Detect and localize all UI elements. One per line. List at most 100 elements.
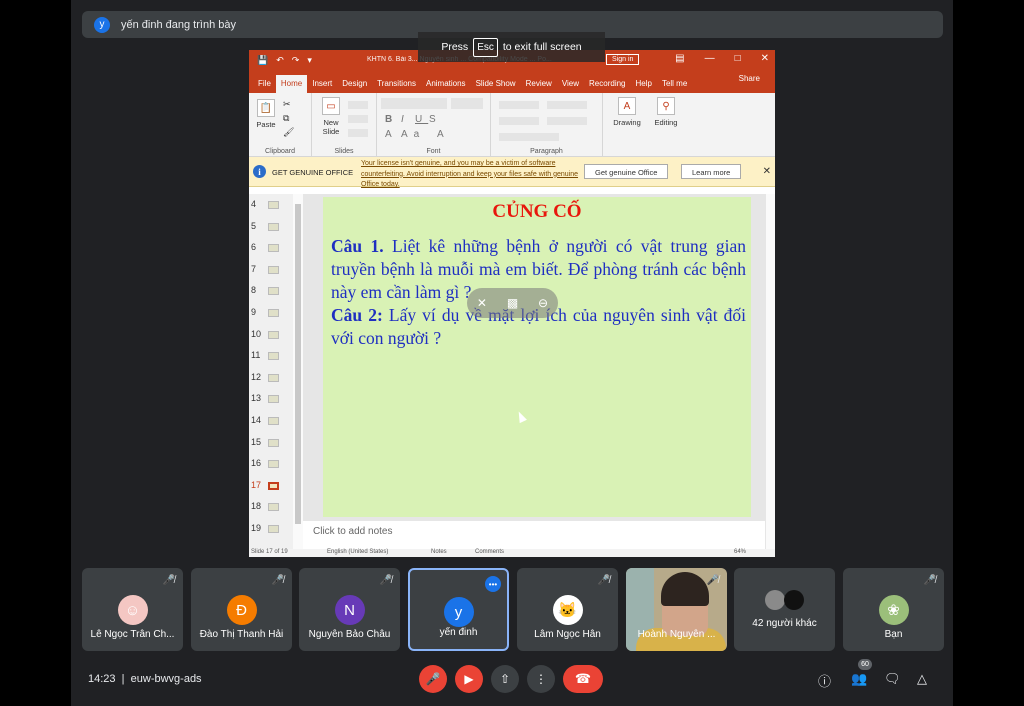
new-slide-button[interactable]: ▭ New Slide <box>318 97 344 136</box>
expand-icon[interactable]: ▩ <box>507 296 518 310</box>
font-size-dropdown[interactable] <box>451 98 483 109</box>
maximize-icon[interactable]: □ <box>735 53 741 64</box>
slide-thumbnail[interactable]: 4 <box>249 197 293 213</box>
slide-thumbnail[interactable]: 9 <box>249 305 293 321</box>
mic-toggle-button[interactable]: 🎤 <box>419 665 447 693</box>
cut-icon[interactable]: ✂ <box>283 99 291 110</box>
participant-tile[interactable]: 🎤̸ Đ Đào Thị Thanh Hải <box>191 568 292 651</box>
format-painter-icon[interactable]: 🖌 <box>283 127 294 138</box>
customize-qat-icon[interactable]: ▾ <box>307 55 312 66</box>
participant-tile[interactable]: 🎤̸ 🐱 Lâm Ngọc Hân <box>517 568 618 651</box>
columns-icon[interactable] <box>547 117 587 125</box>
activities-icon[interactable]: △ <box>917 671 927 687</box>
slide-thumbnail[interactable]: 10 <box>249 327 293 343</box>
slide-thumbnail[interactable]: 11 <box>249 348 293 364</box>
indent-icon[interactable] <box>547 101 587 109</box>
slide-thumbnails: 4 5 6 7 8 9 10 11 12 13 14 15 16 17 18 19 <box>249 194 293 549</box>
tab-transitions[interactable]: Transitions <box>372 79 421 93</box>
underline-icon[interactable]: U <box>415 114 428 125</box>
language-status[interactable]: English (United States) <box>327 549 388 555</box>
change-case-icon[interactable]: Aa <box>401 129 425 140</box>
slide-thumbnail[interactable]: 14 <box>249 413 293 429</box>
drawing-button[interactable]: A Drawing <box>609 97 645 127</box>
tab-help[interactable]: Help <box>631 79 657 93</box>
tab-recording[interactable]: Recording <box>584 79 630 93</box>
tab-tell-me[interactable]: Tell me <box>657 79 692 93</box>
layout-icon[interactable] <box>348 101 368 109</box>
grow-font-icon[interactable]: A <box>437 129 450 140</box>
leave-call-button[interactable]: ☎ <box>563 665 603 693</box>
more-options-icon[interactable]: ••• <box>485 576 501 592</box>
minus-circle-icon[interactable]: ⊖ <box>538 296 548 310</box>
tab-slide-show[interactable]: Slide Show <box>471 79 521 93</box>
participant-tile[interactable]: 🎤̸ N Nguyễn Bảo Châu <box>299 568 400 651</box>
thumbnail-scrollbar[interactable] <box>293 194 303 549</box>
others-tile[interactable]: 42 người khác <box>734 568 835 651</box>
genuine-message[interactable]: Your license isn't genuine, and you may … <box>361 159 581 191</box>
people-icon[interactable]: 👥 <box>851 671 867 687</box>
slide-thumbnail[interactable]: 13 <box>249 391 293 407</box>
pin-icon[interactable]: ✕ <box>477 296 487 310</box>
close-icon[interactable]: ✕ <box>761 53 769 64</box>
left-letterbox <box>0 0 71 706</box>
get-genuine-button[interactable]: Get genuine Office <box>584 164 669 179</box>
notes-toggle[interactable]: Notes <box>431 549 447 555</box>
slide-scrollbar[interactable] <box>766 194 775 549</box>
slide-thumbnail[interactable]: 8 <box>249 283 293 299</box>
present-button[interactable]: ⇧ <box>491 665 519 693</box>
slide-number: 5 <box>251 220 257 231</box>
editing-button[interactable]: ⚲ Editing <box>649 97 683 127</box>
meeting-info-icon[interactable]: ⓘ <box>818 671 831 690</box>
slide-thumbnail[interactable]: 18 <box>249 499 293 515</box>
notes-pane[interactable]: Click to add notes <box>303 521 765 549</box>
align-icons[interactable] <box>499 133 559 141</box>
share-button[interactable]: Share <box>734 74 765 88</box>
slide-thumbnail[interactable]: 19 <box>249 521 293 537</box>
minimize-icon[interactable]: — <box>705 53 715 64</box>
strikethrough-icon[interactable]: S <box>429 114 442 125</box>
bold-icon[interactable]: B <box>385 114 398 125</box>
tab-file[interactable]: File <box>253 79 276 93</box>
ribbon-display-icon[interactable]: ▤ <box>675 53 684 64</box>
copy-icon[interactable]: ⧉ <box>283 113 289 124</box>
self-tile[interactable]: 🎤̸ ❀ Bạn <box>843 568 944 651</box>
tab-review[interactable]: Review <box>521 79 557 93</box>
bullets-icon[interactable] <box>499 101 539 109</box>
tab-home[interactable]: Home <box>275 75 308 93</box>
redo-icon[interactable]: ↷ <box>292 55 300 66</box>
slide-thumbnail[interactable]: 15 <box>249 435 293 451</box>
slide-thumbnail[interactable]: 7 <box>249 262 293 278</box>
text-direction-icon[interactable] <box>499 117 539 125</box>
learn-more-button[interactable]: Learn more <box>681 164 742 179</box>
camera-toggle-button[interactable]: ▶ <box>455 665 483 693</box>
slide-thumbnail[interactable]: 16 <box>249 456 293 472</box>
participant-tile-presenter[interactable]: ••• y yến đinh <box>408 568 509 651</box>
italic-icon[interactable]: I <box>401 114 410 125</box>
paste-button[interactable]: 📋 Paste <box>253 99 279 129</box>
tab-view[interactable]: View <box>557 79 584 93</box>
slide-thumbnail[interactable]: 5 <box>249 219 293 235</box>
slide-thumbnail[interactable]: 6 <box>249 240 293 256</box>
sign-in-button[interactable]: Sign in <box>606 54 640 65</box>
tab-insert[interactable]: Insert <box>307 79 337 93</box>
undo-icon[interactable]: ↶ <box>276 55 284 66</box>
tab-design[interactable]: Design <box>337 79 372 93</box>
participant-tile[interactable]: 🎤̸ ☺ Lê Ngọc Trân Ch... <box>82 568 183 651</box>
chat-icon[interactable]: 🗨 <box>884 671 901 687</box>
tab-animations[interactable]: Animations <box>421 79 471 93</box>
slide-thumbnail[interactable]: 17 <box>249 478 293 494</box>
info-icon: i <box>253 165 266 178</box>
comments-toggle[interactable]: Comments <box>475 549 504 555</box>
reset-icon[interactable] <box>348 115 368 123</box>
more-options-button[interactable]: ⋮ <box>527 665 555 693</box>
participant-tile-video[interactable]: 🎤̸ Hoành Nguyễn ... <box>626 568 727 651</box>
zoom-level[interactable]: 64% <box>734 549 746 555</box>
font-color-icon[interactable]: A <box>385 129 398 140</box>
mic-off-icon: 🎤̸ <box>597 575 610 586</box>
font-name-dropdown[interactable] <box>381 98 447 109</box>
slide-thumbnail[interactable]: 12 <box>249 370 293 386</box>
section-icon[interactable] <box>348 129 368 137</box>
save-icon[interactable]: 💾 <box>257 55 268 66</box>
slide-canvas[interactable]: CỦNG CỐ Câu 1. Liệt kê những bệnh ở ngườ… <box>323 197 751 517</box>
close-genuine-icon[interactable]: ✕ <box>763 166 771 177</box>
